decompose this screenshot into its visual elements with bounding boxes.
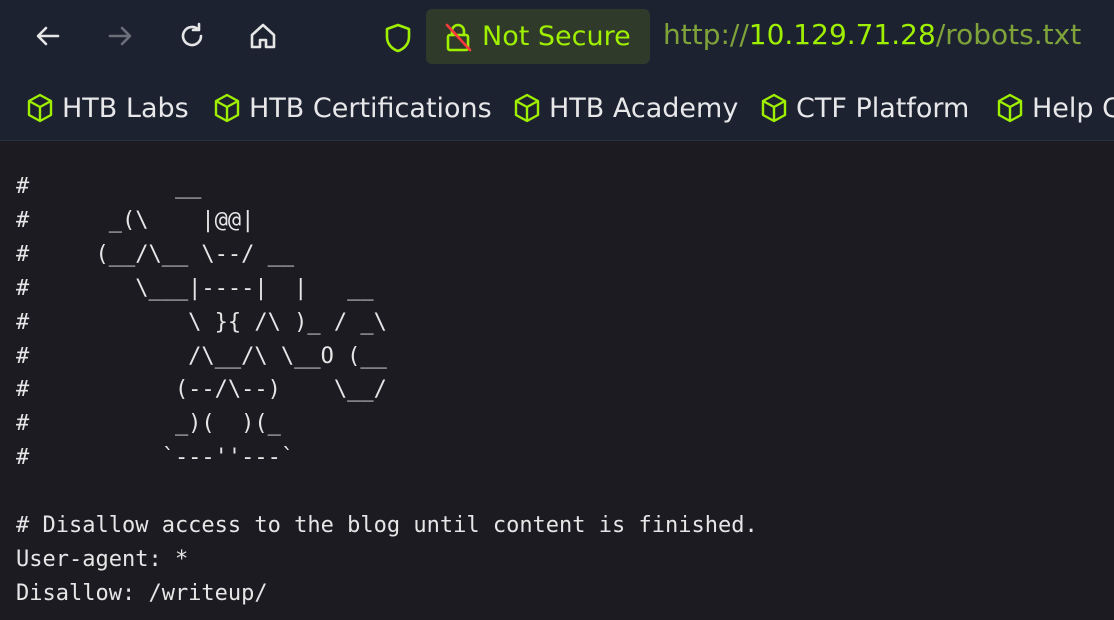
arrow-left-icon bbox=[36, 26, 60, 46]
lock-slash-icon bbox=[440, 19, 476, 55]
cube-icon bbox=[214, 93, 240, 123]
home-icon bbox=[250, 23, 276, 49]
cube-icon bbox=[514, 93, 540, 123]
cube-icon bbox=[761, 93, 787, 123]
page-content: # __ # _(\ |@@| # (__/\__ \--/ __ # \___… bbox=[0, 141, 1114, 620]
reload-icon bbox=[181, 22, 203, 47]
bookmark-ctf-platform[interactable]: CTF Platform bbox=[758, 88, 969, 128]
arrow-right-icon bbox=[108, 26, 132, 46]
home-button[interactable] bbox=[241, 14, 285, 58]
browser-toolbar: Not Secure http://10.129.71.28/robots.tx… bbox=[0, 0, 1114, 76]
bookmark-label: HTB Academy bbox=[549, 92, 739, 124]
bookmark-htb-academy[interactable]: HTB Academy bbox=[511, 88, 738, 128]
bookmark-htb-labs[interactable]: HTB Labs bbox=[24, 88, 189, 128]
bookmark-htb-certifications[interactable]: HTB Certifications bbox=[211, 88, 492, 128]
bookmark-label: HTB Certifications bbox=[249, 92, 492, 124]
bookmark-label: Help Center bbox=[1032, 92, 1114, 124]
site-security-badge[interactable]: Not Secure bbox=[426, 9, 650, 64]
address-bar[interactable]: http://10.129.71.28/robots.txt bbox=[663, 18, 1081, 51]
bookmark-help-center[interactable]: Help Center bbox=[994, 88, 1114, 128]
cube-icon bbox=[27, 93, 53, 123]
robots-txt-content: # __ # _(\ |@@| # (__/\__ \--/ __ # \___… bbox=[16, 174, 758, 606]
bookmark-label: HTB Labs bbox=[62, 92, 189, 124]
url-scheme: http:// bbox=[663, 18, 749, 51]
forward-button[interactable] bbox=[98, 14, 142, 58]
shield-icon bbox=[385, 23, 411, 53]
bookmarks-bar: HTB Labs HTB Certifications HTB Academy … bbox=[0, 76, 1114, 141]
bookmark-label: CTF Platform bbox=[796, 92, 970, 124]
cube-icon bbox=[997, 93, 1023, 123]
tracking-protection-button[interactable] bbox=[378, 18, 418, 58]
url-host: 10.129.71.28 bbox=[748, 18, 936, 51]
url-path: /robots.txt bbox=[935, 18, 1082, 51]
back-button[interactable] bbox=[26, 14, 70, 58]
security-label: Not Secure bbox=[482, 21, 631, 52]
reload-button[interactable] bbox=[170, 14, 214, 58]
